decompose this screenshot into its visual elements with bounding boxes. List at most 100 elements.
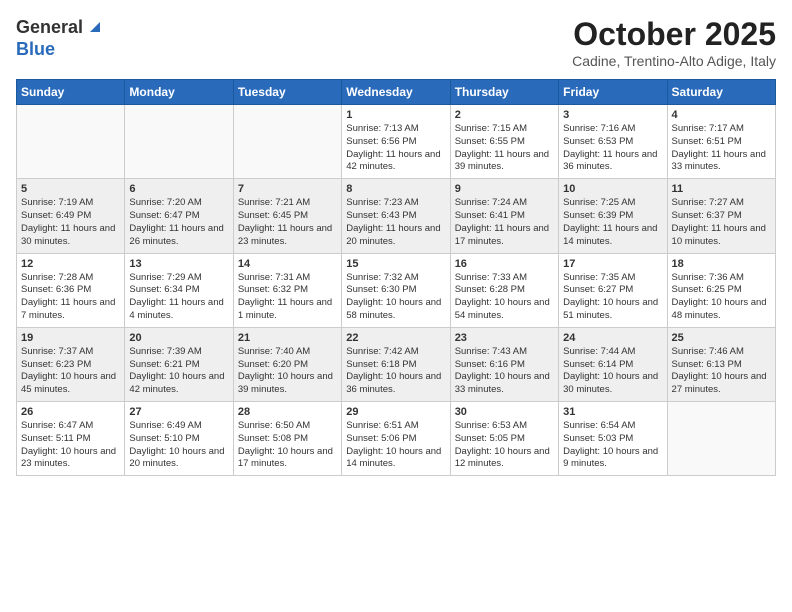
calendar-cell: 5Sunrise: 7:19 AM Sunset: 6:49 PM Daylig… [17, 179, 125, 253]
day-info: Sunrise: 7:31 AM Sunset: 6:32 PM Dayligh… [238, 272, 337, 323]
header-friday: Friday [559, 80, 667, 105]
day-info: Sunrise: 6:50 AM Sunset: 5:08 PM Dayligh… [238, 420, 337, 471]
day-number: 21 [238, 332, 337, 344]
day-number: 28 [238, 406, 337, 418]
day-number: 6 [129, 183, 228, 195]
calendar-week-4: 19 Sunrise: 7:37 AM Sunset: 6:23 PM Dayli… [17, 327, 776, 401]
calendar-cell: 11 Sunrise: 7:27 AM Sunset: 6:37 PM Dayli… [667, 179, 775, 253]
calendar-cell: 22 Sunrise: 7:42 AM Sunset: 6:18 PM Dayli… [342, 327, 450, 401]
day-number: 20 [129, 332, 228, 344]
day-number: 22 [346, 332, 445, 344]
calendar-week-2: 5Sunrise: 7:19 AM Sunset: 6:49 PM Daylig… [17, 179, 776, 253]
day-info: Sunrise: 7:37 AM Sunset: 6:23 PM Dayligh… [21, 346, 120, 397]
calendar-cell: 6 Sunrise: 7:20 AM Sunset: 6:47 PM Daylig… [125, 179, 233, 253]
day-info: Sunrise: 7:36 AM Sunset: 6:25 PM Dayligh… [672, 272, 771, 323]
day-number: 3 [563, 109, 662, 121]
day-number: 17 [563, 258, 662, 270]
calendar-cell [667, 402, 775, 476]
day-number: 1 [346, 109, 445, 121]
calendar-header-row: SundayMondayTuesdayWednesdayThursdayFrid… [17, 80, 776, 105]
calendar-week-3: 12Sunrise: 7:28 AM Sunset: 6:36 PM Dayli… [17, 253, 776, 327]
day-info: Sunrise: 7:24 AM Sunset: 6:41 PM Dayligh… [455, 197, 554, 248]
day-number: 18 [672, 258, 771, 270]
calendar-week-1: 1Sunrise: 7:13 AM Sunset: 6:56 PM Daylig… [17, 105, 776, 179]
logo-general-text: General [16, 17, 83, 38]
calendar-cell: 20 Sunrise: 7:39 AM Sunset: 6:21 PM Dayli… [125, 327, 233, 401]
day-number: 13 [129, 258, 228, 270]
logo: General Blue [16, 16, 102, 60]
day-info: Sunrise: 7:25 AM Sunset: 6:39 PM Dayligh… [563, 197, 662, 248]
calendar-cell: 15 Sunrise: 7:32 AM Sunset: 6:30 PM Dayli… [342, 253, 450, 327]
day-info: Sunrise: 7:20 AM Sunset: 6:47 PM Dayligh… [129, 197, 228, 248]
calendar-cell: 28 Sunrise: 6:50 AM Sunset: 5:08 PM Dayli… [233, 402, 341, 476]
calendar-cell: 3 Sunrise: 7:16 AM Sunset: 6:53 PM Daylig… [559, 105, 667, 179]
calendar-cell [233, 105, 341, 179]
calendar-cell: 16Sunrise: 7:33 AM Sunset: 6:28 PM Dayli… [450, 253, 558, 327]
day-info: Sunrise: 7:27 AM Sunset: 6:37 PM Dayligh… [672, 197, 771, 248]
day-info: Sunrise: 7:15 AM Sunset: 6:55 PM Dayligh… [455, 123, 554, 174]
day-number: 26 [21, 406, 120, 418]
day-info: Sunrise: 7:46 AM Sunset: 6:13 PM Dayligh… [672, 346, 771, 397]
header-wednesday: Wednesday [342, 80, 450, 105]
day-number: 9 [455, 183, 554, 195]
day-number: 7 [238, 183, 337, 195]
day-info: Sunrise: 7:19 AM Sunset: 6:49 PM Dayligh… [21, 197, 120, 248]
calendar-table: SundayMondayTuesdayWednesdayThursdayFrid… [16, 79, 776, 476]
day-number: 14 [238, 258, 337, 270]
day-info: Sunrise: 7:33 AM Sunset: 6:28 PM Dayligh… [455, 272, 554, 323]
day-info: Sunrise: 7:29 AM Sunset: 6:34 PM Dayligh… [129, 272, 228, 323]
calendar-cell: 24 Sunrise: 7:44 AM Sunset: 6:14 PM Dayli… [559, 327, 667, 401]
header-monday: Monday [125, 80, 233, 105]
calendar-cell: 14 Sunrise: 7:31 AM Sunset: 6:32 PM Dayli… [233, 253, 341, 327]
day-number: 11 [672, 183, 771, 195]
day-number: 23 [455, 332, 554, 344]
calendar-cell: 9 Sunrise: 7:24 AM Sunset: 6:41 PM Daylig… [450, 179, 558, 253]
day-number: 8 [346, 183, 445, 195]
calendar-cell: 1Sunrise: 7:13 AM Sunset: 6:56 PM Daylig… [342, 105, 450, 179]
calendar-cell: 30 Sunrise: 6:53 AM Sunset: 5:05 PM Dayli… [450, 402, 558, 476]
day-info: Sunrise: 7:43 AM Sunset: 6:16 PM Dayligh… [455, 346, 554, 397]
day-number: 10 [563, 183, 662, 195]
day-info: Sunrise: 6:51 AM Sunset: 5:06 PM Dayligh… [346, 420, 445, 471]
calendar-cell [125, 105, 233, 179]
calendar-cell: 21Sunrise: 7:40 AM Sunset: 6:20 PM Dayli… [233, 327, 341, 401]
calendar-cell: 17 Sunrise: 7:35 AM Sunset: 6:27 PM Dayli… [559, 253, 667, 327]
logo-blue-text: Blue [16, 39, 55, 59]
day-info: Sunrise: 6:54 AM Sunset: 5:03 PM Dayligh… [563, 420, 662, 471]
calendar-cell: 23 Sunrise: 7:43 AM Sunset: 6:16 PM Dayli… [450, 327, 558, 401]
calendar-cell: 19 Sunrise: 7:37 AM Sunset: 6:23 PM Dayli… [17, 327, 125, 401]
calendar-cell: 27Sunrise: 6:49 AM Sunset: 5:10 PM Dayli… [125, 402, 233, 476]
calendar-cell: 13 Sunrise: 7:29 AM Sunset: 6:34 PM Dayli… [125, 253, 233, 327]
day-info: Sunrise: 6:49 AM Sunset: 5:10 PM Dayligh… [129, 420, 228, 471]
day-number: 19 [21, 332, 120, 344]
header-tuesday: Tuesday [233, 80, 341, 105]
calendar-cell: 2Sunrise: 7:15 AM Sunset: 6:55 PM Daylig… [450, 105, 558, 179]
day-info: Sunrise: 7:44 AM Sunset: 6:14 PM Dayligh… [563, 346, 662, 397]
day-info: Sunrise: 7:39 AM Sunset: 6:21 PM Dayligh… [129, 346, 228, 397]
header-sunday: Sunday [17, 80, 125, 105]
day-info: Sunrise: 7:21 AM Sunset: 6:45 PM Dayligh… [238, 197, 337, 248]
day-number: 29 [346, 406, 445, 418]
page-header: General Blue October 2025 Cadine, Trenti… [16, 16, 776, 69]
day-number: 24 [563, 332, 662, 344]
header-thursday: Thursday [450, 80, 558, 105]
day-info: Sunrise: 6:47 AM Sunset: 5:11 PM Dayligh… [21, 420, 120, 471]
day-info: Sunrise: 7:32 AM Sunset: 6:30 PM Dayligh… [346, 272, 445, 323]
day-info: Sunrise: 7:23 AM Sunset: 6:43 PM Dayligh… [346, 197, 445, 248]
month-title: October 2025 [572, 16, 776, 53]
header-saturday: Saturday [667, 80, 775, 105]
day-number: 4 [672, 109, 771, 121]
day-number: 31 [563, 406, 662, 418]
calendar-cell: 25Sunrise: 7:46 AM Sunset: 6:13 PM Dayli… [667, 327, 775, 401]
day-info: Sunrise: 6:53 AM Sunset: 5:05 PM Dayligh… [455, 420, 554, 471]
day-number: 30 [455, 406, 554, 418]
calendar-cell: 18 Sunrise: 7:36 AM Sunset: 6:25 PM Dayli… [667, 253, 775, 327]
calendar-cell: 26 Sunrise: 6:47 AM Sunset: 5:11 PM Dayli… [17, 402, 125, 476]
day-info: Sunrise: 7:16 AM Sunset: 6:53 PM Dayligh… [563, 123, 662, 174]
location-subtitle: Cadine, Trentino-Alto Adige, Italy [572, 53, 776, 69]
day-info: Sunrise: 7:42 AM Sunset: 6:18 PM Dayligh… [346, 346, 445, 397]
calendar-cell: 4Sunrise: 7:17 AM Sunset: 6:51 PM Daylig… [667, 105, 775, 179]
calendar-cell: 10 Sunrise: 7:25 AM Sunset: 6:39 PM Dayli… [559, 179, 667, 253]
day-number: 15 [346, 258, 445, 270]
day-info: Sunrise: 7:35 AM Sunset: 6:27 PM Dayligh… [563, 272, 662, 323]
